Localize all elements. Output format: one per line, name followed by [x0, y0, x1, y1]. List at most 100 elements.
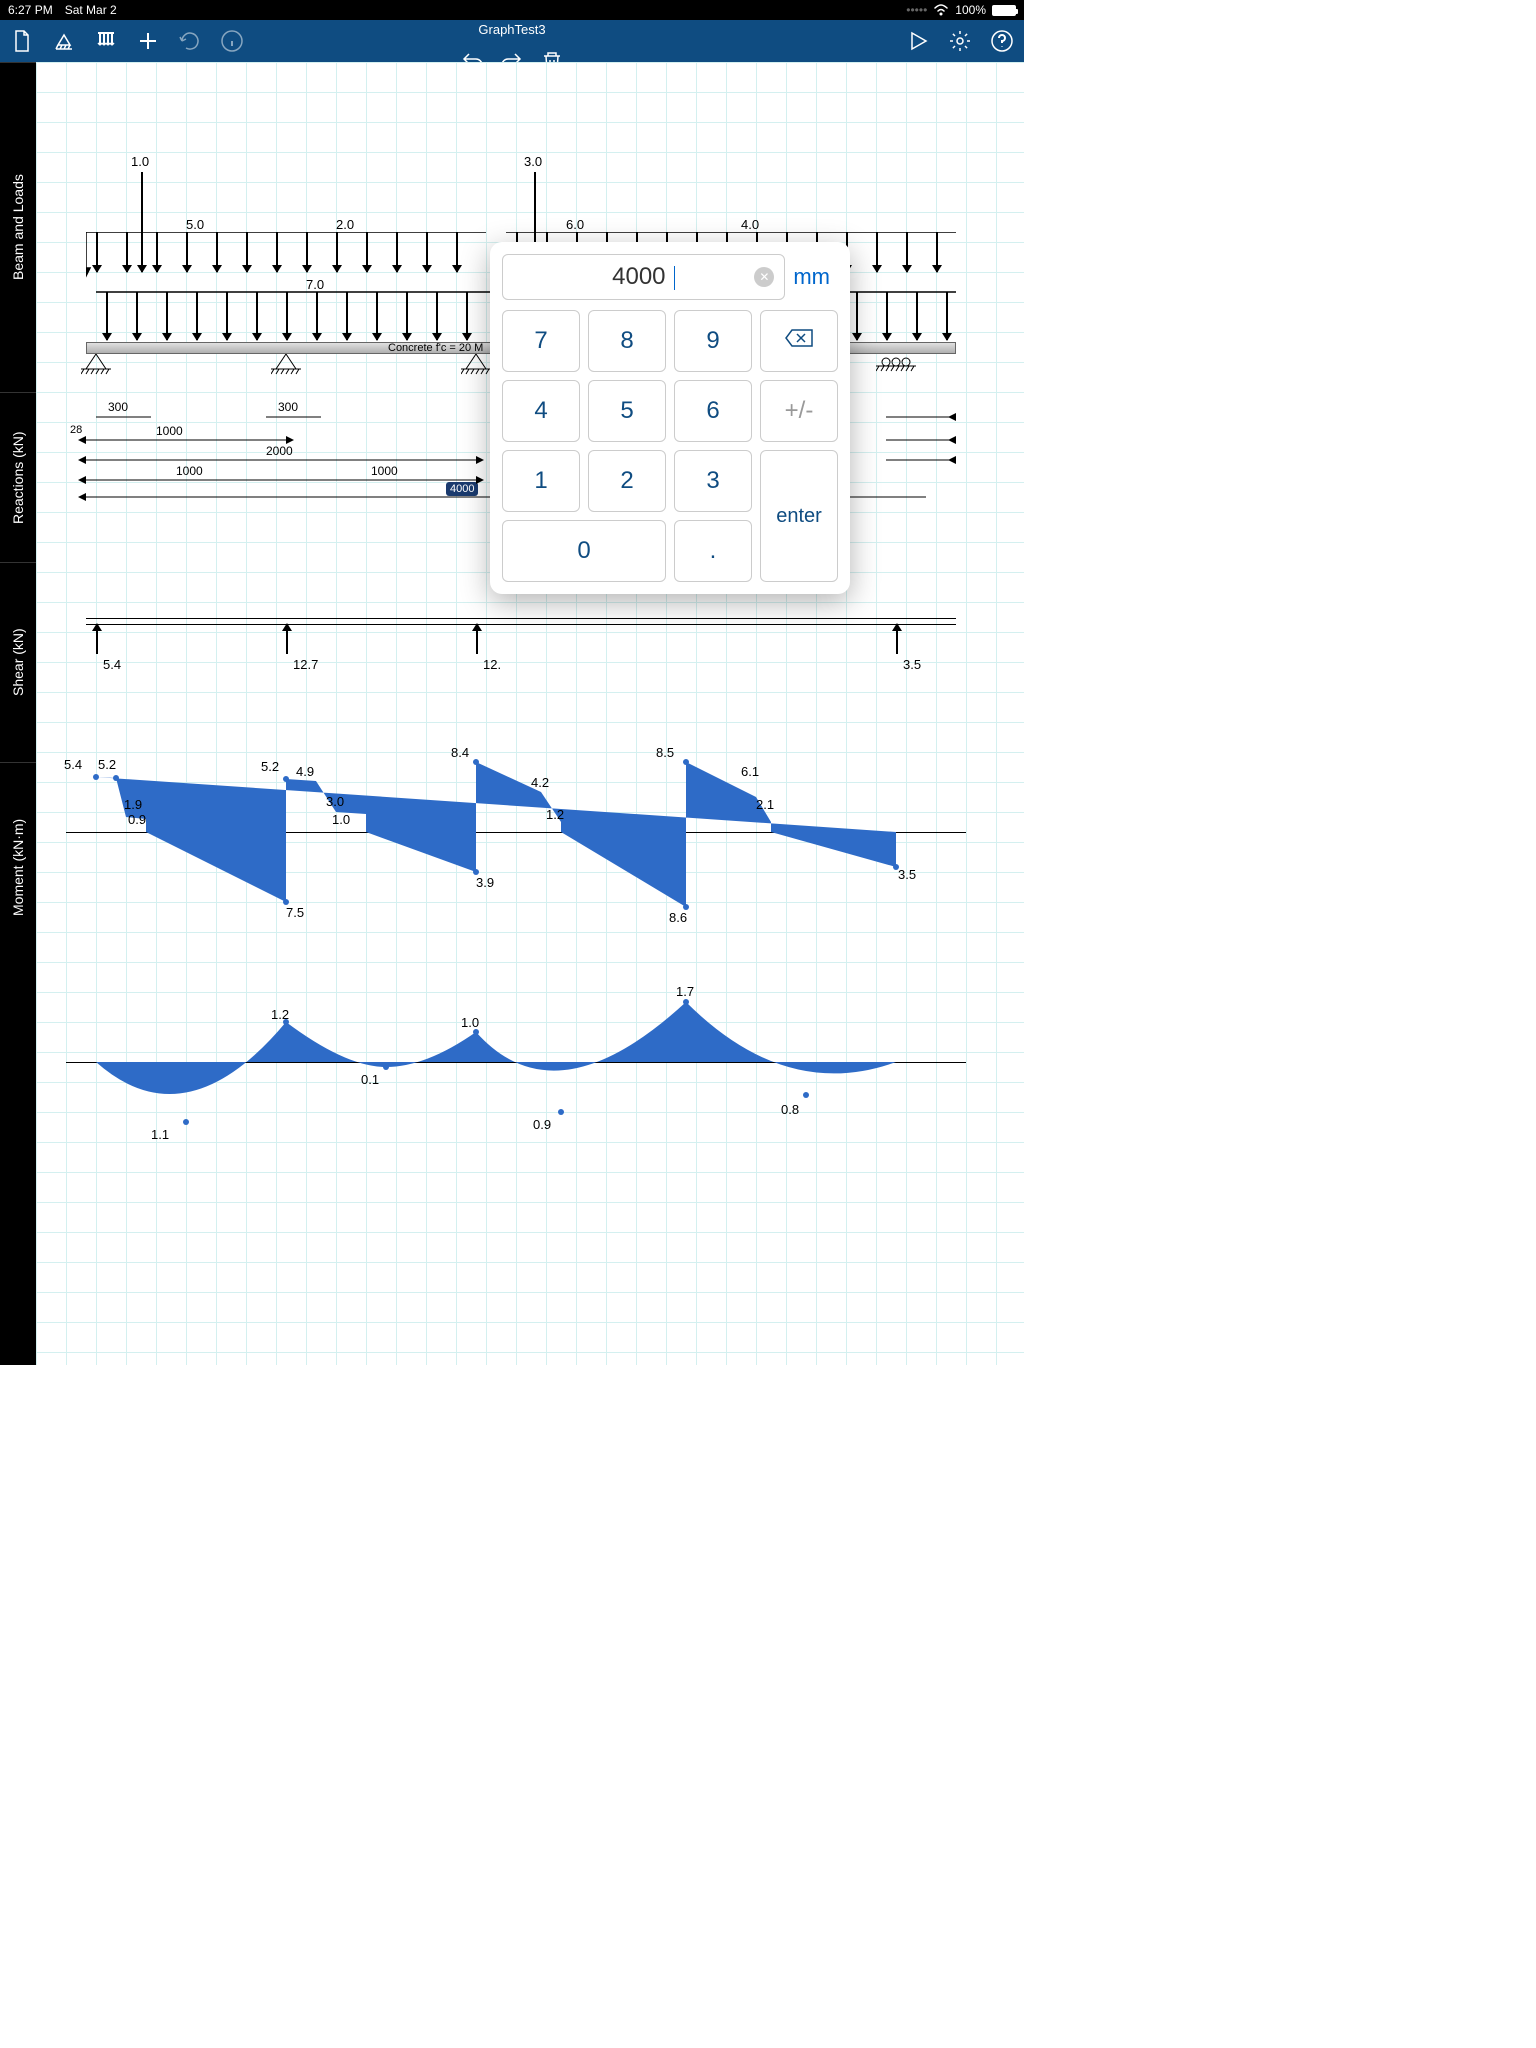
dist-arrow — [246, 232, 248, 272]
numpad-input[interactable]: 4000 ✕ — [502, 254, 785, 300]
support-tool-icon[interactable] — [52, 29, 76, 53]
status-bar: 6:27 PM Sat Mar 2 ••••• 100% — [0, 0, 1024, 20]
key-9[interactable]: 9 — [674, 310, 752, 372]
shear-val: 5.2 — [261, 759, 279, 774]
shear-val: 1.2 — [546, 807, 564, 822]
shear-val: 3.5 — [898, 867, 916, 882]
key-4[interactable]: 4 — [502, 380, 580, 442]
key-enter[interactable]: enter — [760, 450, 838, 582]
status-date: Sat Mar 2 — [65, 3, 117, 17]
key-6[interactable]: 6 — [674, 380, 752, 442]
dist-arrow — [906, 232, 908, 272]
support-pin[interactable] — [461, 354, 491, 384]
reaction-val: 3.5 — [903, 657, 921, 672]
shear-val: 8.4 — [451, 745, 469, 760]
load-tool-icon[interactable] — [94, 29, 118, 53]
beam-material: Concrete f'c = 20 M — [388, 342, 483, 354]
key-5[interactable]: 5 — [588, 380, 666, 442]
reaction — [96, 624, 98, 654]
numpad-unit: mm — [793, 264, 838, 290]
dist-arrow — [186, 232, 188, 272]
status-dots: ••••• — [906, 3, 927, 17]
dist-arrow — [946, 292, 948, 340]
key-dot[interactable]: . — [674, 520, 752, 582]
key-sign[interactable]: +/- — [760, 380, 838, 442]
dist-arrow — [226, 292, 228, 340]
load-label: 1.0 — [131, 154, 149, 169]
dist-arrow — [256, 292, 258, 340]
clear-icon[interactable]: ✕ — [754, 267, 774, 287]
info-icon[interactable] — [220, 29, 244, 53]
dist-load-label: 5.0 — [186, 217, 204, 232]
plus-icon[interactable] — [136, 29, 160, 53]
sidebar-tab[interactable]: Moment (kN·m) — [0, 762, 36, 972]
sidebar-tab[interactable]: Beam and Loads — [0, 62, 36, 392]
dist-load-label: 2.0 — [336, 217, 354, 232]
gear-icon[interactable] — [948, 29, 972, 53]
key-1[interactable]: 1 — [502, 450, 580, 512]
moment-diagram — [66, 982, 966, 1152]
dist-arrow — [126, 232, 128, 272]
support-pin[interactable] — [81, 354, 111, 384]
key-3[interactable]: 3 — [674, 450, 752, 512]
dist-arrow — [426, 232, 428, 272]
key-7[interactable]: 7 — [502, 310, 580, 372]
dist-arrow — [106, 292, 108, 340]
dist-arrow — [396, 232, 398, 272]
key-0[interactable]: 0 — [502, 520, 666, 582]
help-icon[interactable] — [990, 29, 1014, 53]
dist-arrow — [406, 292, 408, 340]
shear-val: 7.5 — [286, 905, 304, 920]
rotate-icon[interactable] — [178, 29, 202, 53]
dist-arrow — [346, 292, 348, 340]
shear-val: 6.1 — [741, 764, 759, 779]
sidebar-tab[interactable]: Shear (kN) — [0, 562, 36, 762]
dist-arrow — [456, 232, 458, 272]
dist-arrow — [886, 292, 888, 340]
status-time: 6:27 PM — [8, 3, 53, 17]
dist-arrow — [136, 292, 138, 340]
sidebar: Beam and LoadsReactions (kN)Shear (kN)Mo… — [0, 62, 36, 1365]
shear-val: 0.9 — [128, 812, 146, 827]
shear-val: 3.9 — [476, 875, 494, 890]
reaction-val: 5.4 — [103, 657, 121, 672]
shear-val: 3.0 — [326, 794, 344, 809]
reaction-val: 12.7 — [293, 657, 318, 672]
dist-arrow — [196, 292, 198, 340]
shear-val: 5.4 — [64, 757, 82, 772]
shear-val: 1.9 — [124, 797, 142, 812]
moment-val: 1.2 — [271, 1007, 289, 1022]
dist-arrow — [916, 292, 918, 340]
dist-arrow — [306, 232, 308, 272]
key-8[interactable]: 8 — [588, 310, 666, 372]
moment-val: 1.1 — [151, 1127, 169, 1142]
dist-arrow — [96, 232, 98, 272]
play-icon[interactable] — [906, 29, 930, 53]
key-backspace[interactable] — [760, 310, 838, 372]
dist-arrow — [466, 292, 468, 340]
dist-arrow — [336, 232, 338, 272]
support-roller[interactable] — [876, 354, 916, 384]
dist-arrow — [936, 232, 938, 272]
battery-pct: 100% — [955, 3, 986, 17]
reactions-axis — [86, 624, 956, 625]
shear-val: 4.9 — [296, 764, 314, 779]
wifi-icon — [933, 4, 949, 16]
dist-arrow — [876, 232, 878, 272]
dist-arrow — [276, 232, 278, 272]
numpad-value: 4000 — [612, 263, 665, 290]
moment-val: 0.8 — [781, 1102, 799, 1117]
dist-arrow — [316, 292, 318, 340]
support-pin[interactable] — [271, 354, 301, 384]
sidebar-tab[interactable]: Reactions (kN) — [0, 392, 36, 562]
dist-arrow — [436, 292, 438, 340]
moment-val: 0.9 — [533, 1117, 551, 1132]
reaction — [286, 624, 288, 654]
load-label: 3.0 — [524, 154, 542, 169]
dist-arrow — [856, 292, 858, 340]
moment-val: 1.7 — [676, 984, 694, 999]
reaction — [896, 624, 898, 654]
dist-arrow — [216, 232, 218, 272]
file-icon[interactable] — [10, 29, 34, 53]
key-2[interactable]: 2 — [588, 450, 666, 512]
